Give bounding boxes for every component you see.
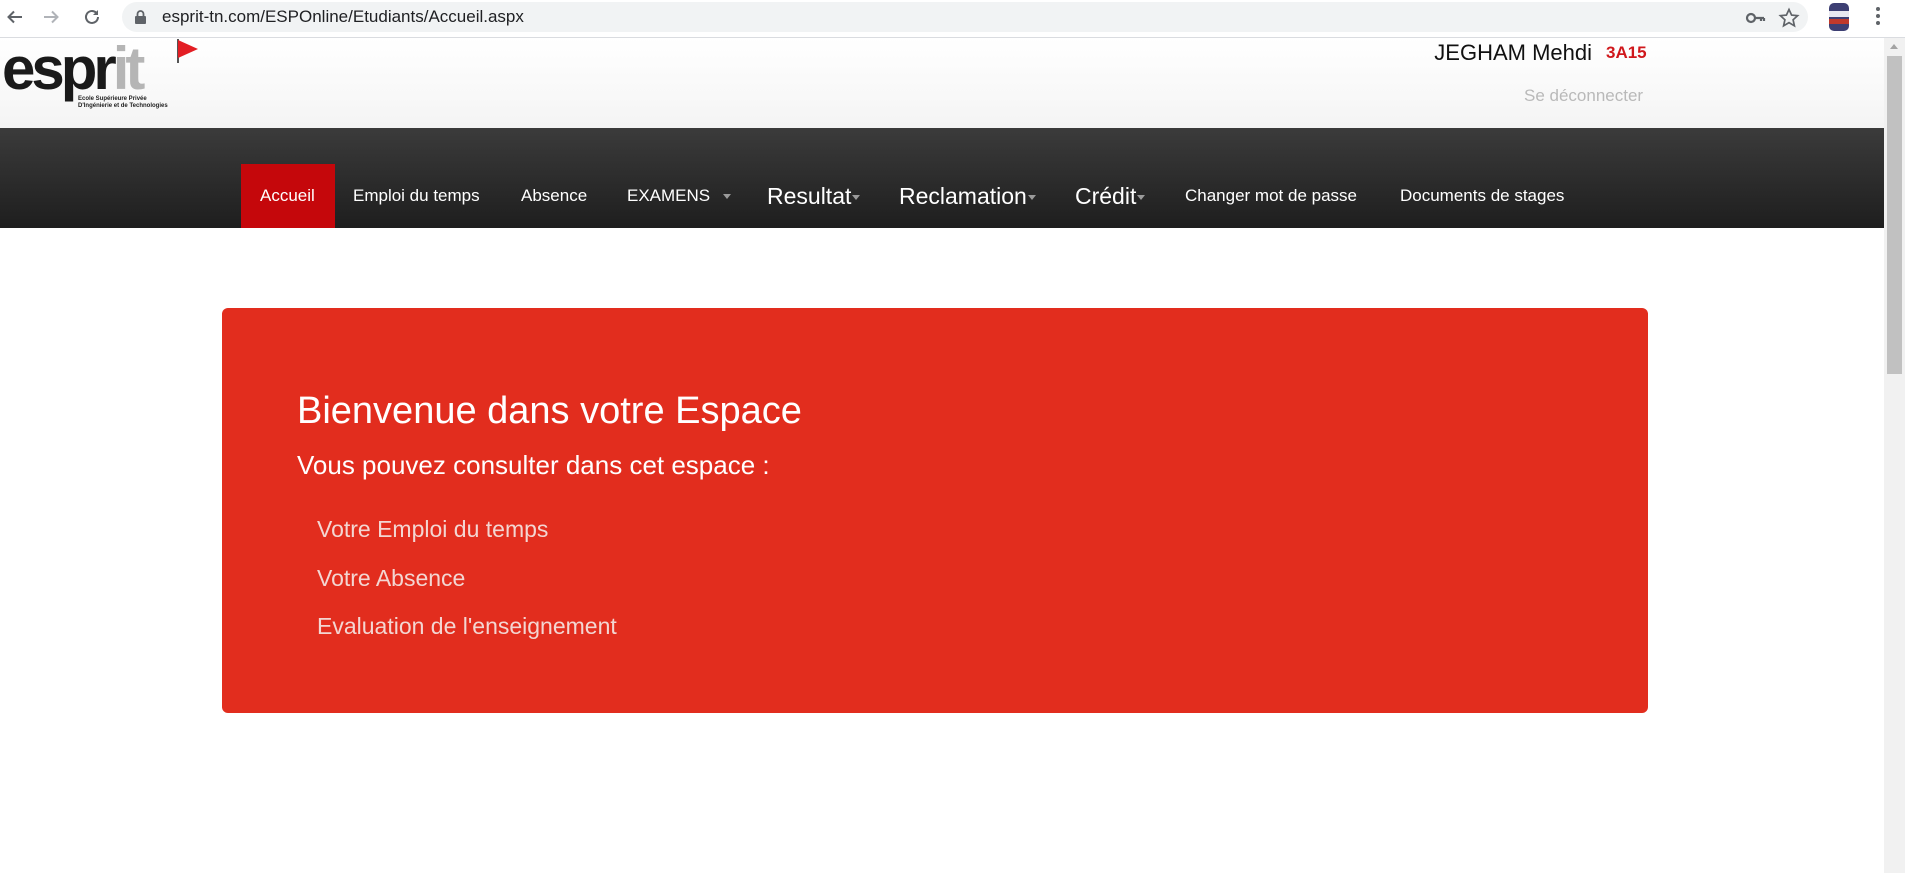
- nav-changer-mot-de-passe[interactable]: Changer mot de passe: [1185, 164, 1357, 228]
- reload-button[interactable]: [77, 2, 107, 32]
- nav-emploi-du-temps[interactable]: Emploi du temps: [353, 164, 480, 228]
- nav-reclamation[interactable]: Reclamation: [899, 164, 1036, 228]
- logo-subtitle: Ecole Supérieure Privée D'Ingénierie et …: [78, 96, 168, 109]
- scroll-thumb[interactable]: [1887, 56, 1902, 374]
- browser-toolbar: esprit-tn.com/ESPOnline/Etudiants/Accuei…: [0, 0, 1905, 38]
- user-class-code: 3A15: [1606, 43, 1647, 62]
- nav-examens[interactable]: EXAMENS: [627, 164, 731, 228]
- welcome-subtitle: Vous pouvez consulter dans cet espace :: [297, 450, 770, 480]
- back-button[interactable]: [0, 2, 30, 32]
- vertical-scrollbar[interactable]: [1884, 38, 1905, 873]
- kebab-menu-icon[interactable]: [1868, 4, 1888, 30]
- esprit-logo[interactable]: esprit Ecole Supérieure Privée D'Ingénie…: [2, 35, 198, 118]
- link-absence[interactable]: Votre Absence: [317, 563, 617, 612]
- lock-icon: [135, 10, 146, 24]
- arrow-right-icon: [44, 10, 59, 24]
- caret-down-icon: [1027, 195, 1036, 201]
- logout-link[interactable]: Se déconnecter: [1524, 86, 1643, 106]
- arrow-left-icon: [7, 10, 22, 24]
- main-nav: Accueil Emploi du temps Absence EXAMENS …: [0, 128, 1884, 228]
- logo-wordmark: esprit: [2, 35, 145, 102]
- key-icon[interactable]: [1744, 7, 1766, 29]
- nav-accueil[interactable]: Accueil: [241, 164, 335, 228]
- link-evaluation-enseignement[interactable]: Evaluation de l'enseignement: [317, 611, 617, 660]
- star-icon[interactable]: [1778, 7, 1800, 29]
- scroll-up-icon[interactable]: [1890, 44, 1898, 49]
- welcome-panel: Bienvenue dans votre Espace Vous pouvez …: [222, 308, 1648, 713]
- caret-down-icon: [722, 194, 731, 200]
- nav-documents-de-stages[interactable]: Documents de stages: [1400, 164, 1564, 228]
- nav-credit[interactable]: Crédit: [1075, 164, 1146, 228]
- site-header: esprit Ecole Supérieure Privée D'Ingénie…: [0, 35, 1884, 128]
- url-text[interactable]: esprit-tn.com/ESPOnline/Etudiants/Accuei…: [162, 2, 524, 32]
- nav-resultat[interactable]: Resultat: [767, 164, 861, 228]
- logo-flag-icon: [178, 40, 198, 58]
- welcome-links: Votre Emploi du temps Votre Absence Eval…: [317, 514, 617, 660]
- caret-down-icon: [1137, 195, 1146, 201]
- address-bar[interactable]: esprit-tn.com/ESPOnline/Etudiants/Accuei…: [122, 2, 1808, 32]
- nav-absence[interactable]: Absence: [521, 164, 587, 228]
- profile-avatar[interactable]: [1829, 3, 1849, 31]
- link-emploi-du-temps[interactable]: Votre Emploi du temps: [317, 514, 617, 563]
- welcome-title: Bienvenue dans votre Espace: [297, 390, 802, 432]
- user-name: JEGHAM Mehdi: [1434, 40, 1592, 65]
- caret-down-icon: [852, 195, 861, 201]
- forward-button[interactable]: [36, 2, 66, 32]
- reload-icon: [85, 9, 99, 24]
